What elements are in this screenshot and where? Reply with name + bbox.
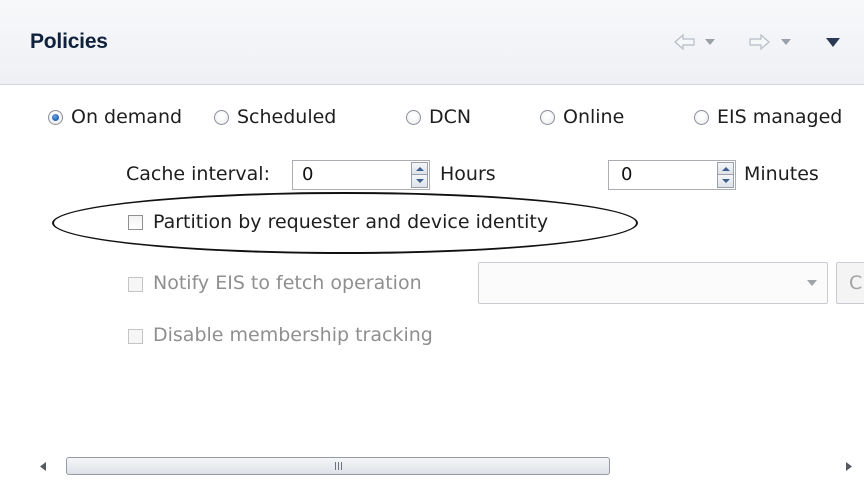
- view-menu-icon[interactable]: [822, 28, 844, 56]
- forward-arrow-icon[interactable]: [746, 28, 772, 56]
- radio-label: DCN: [429, 106, 472, 128]
- minutes-spinner[interactable]: 0: [608, 160, 736, 190]
- radio-button[interactable]: [406, 109, 421, 125]
- radio-online[interactable]: Online: [540, 103, 624, 131]
- hours-increment-button[interactable]: [411, 162, 428, 175]
- membership-checkbox[interactable]: [128, 329, 143, 344]
- minutes-decrement-button[interactable]: [717, 175, 734, 188]
- back-dropdown-icon[interactable]: [702, 28, 718, 56]
- spin-down-icon: [721, 179, 730, 183]
- cache-interval-label: Cache interval:: [126, 163, 270, 185]
- spin-down-icon: [415, 179, 424, 183]
- operation-browse-button[interactable]: C: [836, 262, 864, 304]
- scroll-right-icon[interactable]: [838, 455, 860, 477]
- radio-dcn[interactable]: DCN: [406, 103, 471, 131]
- operation-combo[interactable]: [478, 262, 828, 304]
- partition-label: Partition by requester and device identi…: [153, 211, 549, 233]
- radio-scheduled[interactable]: Scheduled: [214, 103, 336, 131]
- notify-eis-checkbox[interactable]: [128, 277, 143, 292]
- back-arrow-icon[interactable]: [672, 28, 698, 56]
- partition-checkbox[interactable]: [128, 215, 143, 230]
- radio-label: EIS managed: [717, 106, 843, 128]
- horizontal-scrollbar[interactable]: [30, 455, 864, 477]
- forward-dropdown-icon[interactable]: [778, 28, 794, 56]
- radio-on-demand[interactable]: On demand: [48, 103, 182, 131]
- hours-value[interactable]: 0: [302, 164, 313, 185]
- hours-label: Hours: [440, 163, 496, 185]
- radio-label: Scheduled: [237, 106, 337, 128]
- spin-up-icon: [721, 166, 730, 171]
- radio-eis-managed[interactable]: EIS managed: [694, 103, 842, 131]
- membership-label: Disable membership tracking: [153, 324, 433, 346]
- section-header: Policies: [0, 0, 864, 85]
- hours-spinner[interactable]: 0: [292, 160, 430, 190]
- radio-button[interactable]: [540, 109, 555, 125]
- scroll-left-icon[interactable]: [32, 455, 54, 477]
- scrollbar-grip-icon: [334, 462, 342, 470]
- radio-button[interactable]: [214, 109, 229, 125]
- minutes-increment-button[interactable]: [717, 162, 734, 175]
- radio-button-checked[interactable]: [48, 109, 63, 125]
- radio-label: Online: [563, 106, 625, 128]
- radio-button[interactable]: [694, 109, 709, 125]
- minutes-value[interactable]: 0: [621, 164, 632, 185]
- button-label: C: [849, 272, 863, 294]
- spin-up-icon: [415, 166, 424, 171]
- notify-eis-label: Notify EIS to fetch operation: [153, 272, 422, 294]
- minutes-label: Minutes: [744, 163, 819, 185]
- radio-label: On demand: [71, 106, 183, 128]
- section-title: Policies: [30, 30, 108, 53]
- scrollbar-thumb[interactable]: [66, 457, 610, 475]
- chevron-down-icon[interactable]: [807, 280, 817, 286]
- hours-decrement-button[interactable]: [411, 175, 428, 188]
